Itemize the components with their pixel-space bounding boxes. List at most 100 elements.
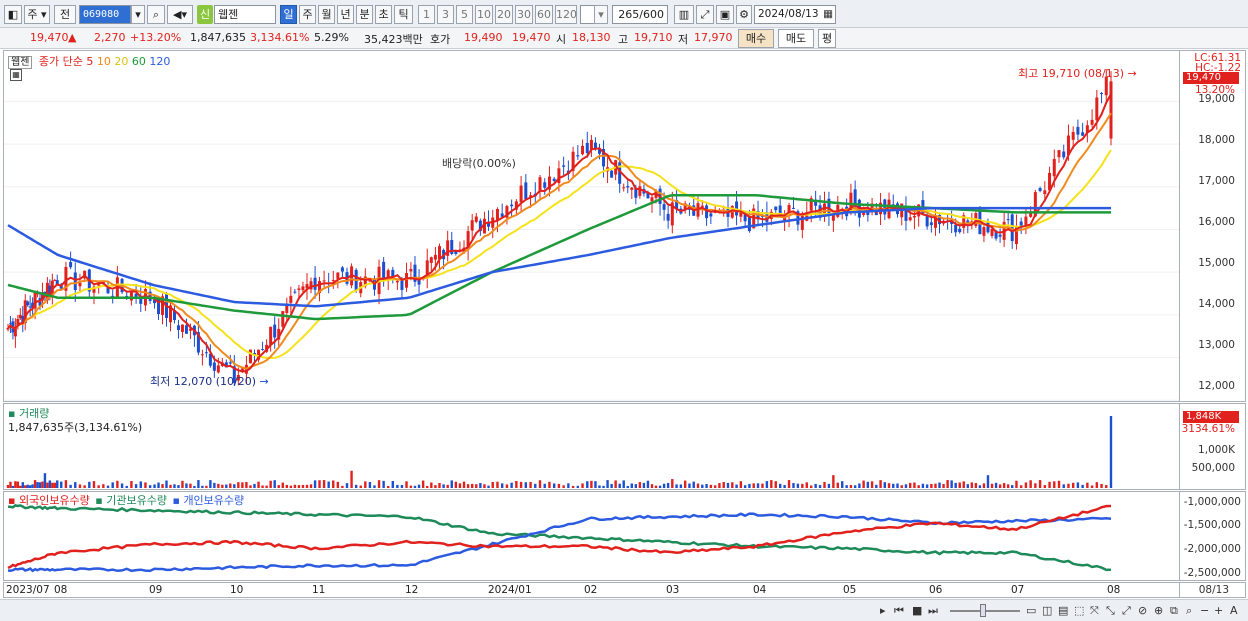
crosshair-icon[interactable]: ⤧: [1090, 604, 1099, 618]
volume-bar: [567, 483, 570, 488]
period-year[interactable]: 년: [337, 5, 354, 24]
period-month[interactable]: 월: [318, 5, 335, 24]
candle-body: [1090, 119, 1094, 125]
minute-30[interactable]: 30: [515, 5, 533, 24]
line-tool-icon[interactable]: ⤢: [696, 5, 714, 24]
price-panel[interactable]: 웹젠 종가 단순 5 10 20 60 120 ▦ 최고 19,710 (08/…: [3, 50, 1180, 402]
measure-icon[interactable]: ⤡: [1106, 604, 1115, 618]
volume-bar: [500, 483, 504, 488]
period-minute[interactable]: 분: [356, 5, 373, 24]
candle-icon[interactable]: ▥: [674, 5, 694, 24]
period-day[interactable]: 일: [280, 5, 297, 24]
zoom-out-icon[interactable]: ⌕: [1186, 604, 1192, 618]
layout-icon-3[interactable]: ▤: [1058, 604, 1068, 617]
minute-3[interactable]: 3: [437, 5, 454, 24]
volume-bar: [853, 485, 857, 488]
gear-icon[interactable]: ⚙: [736, 5, 752, 24]
rewind-icon[interactable]: ⏮: [894, 604, 904, 618]
volume-bar: [679, 484, 683, 488]
stock-name-field[interactable]: 웹젠: [214, 5, 276, 24]
volume-bar: [43, 473, 47, 488]
volume-bar: [373, 485, 376, 488]
zoom-slider-handle[interactable]: [980, 604, 986, 617]
window-icon[interactable]: ◧: [4, 5, 22, 24]
volume-bar: [41, 481, 44, 488]
period-prefix-select[interactable]: 주 ▾: [24, 5, 50, 24]
minus-icon[interactable]: −: [1200, 604, 1209, 617]
count-field[interactable]: 265/600: [612, 5, 668, 24]
volume-bar: [524, 482, 528, 488]
volume-bar: [810, 485, 813, 488]
volume-bar: [64, 480, 68, 488]
minute-20[interactable]: 20: [495, 5, 513, 24]
volume-bar: [277, 485, 280, 488]
volume-bar: [908, 482, 912, 488]
low-annotation: 최저 12,070 (10/20) →: [150, 373, 269, 389]
calendar-icon[interactable]: ▦: [823, 6, 833, 23]
candle-body: [954, 224, 958, 233]
layout-icon-1[interactable]: ▭: [1026, 604, 1036, 617]
sell-button[interactable]: 매도: [778, 29, 814, 48]
volume-bar: [998, 484, 1002, 488]
date-input[interactable]: 2024/08/13 ▦: [754, 5, 836, 24]
candle-body: [1024, 216, 1028, 225]
period-tick[interactable]: 틱: [394, 5, 413, 24]
grid-toggle-icon[interactable]: ▦: [10, 69, 22, 81]
layout-icon-2[interactable]: ◫: [1042, 604, 1052, 617]
volume-bar: [6, 484, 10, 488]
volume-bar: [205, 485, 208, 488]
volume-bar: [1109, 416, 1113, 488]
pin-icon[interactable]: ⊘: [1138, 604, 1147, 617]
change-amount: 2,270: [94, 31, 126, 44]
candle-body: [405, 273, 409, 288]
minute-120[interactable]: 120: [555, 5, 577, 24]
scroll-right-icon[interactable]: ▸: [880, 604, 886, 617]
volume-panel[interactable]: ▪ 거래량 1,847,635주(3,134.61%): [3, 403, 1180, 490]
minute-60[interactable]: 60: [535, 5, 553, 24]
volume-bar: [594, 481, 597, 488]
code-dropdown-icon[interactable]: ▾: [131, 5, 145, 24]
candle-body: [666, 213, 670, 221]
eval-button[interactable]: 평: [818, 29, 836, 48]
stock-code-input[interactable]: 069080: [79, 5, 131, 24]
candle-body: [610, 170, 614, 178]
volume-bar: [602, 485, 605, 488]
volume-bar: [221, 484, 224, 488]
search-icon[interactable]: ⌕: [147, 5, 165, 24]
prev-button[interactable]: 전: [54, 5, 76, 24]
holding-panel[interactable]: ▪ 외국인보유수량 ▪ 기관보유수량 ▪ 개인보유수량: [3, 491, 1180, 581]
volume-bar: [883, 482, 886, 488]
plus-icon[interactable]: +: [1214, 604, 1223, 617]
font-size-icon[interactable]: A: [1230, 604, 1238, 617]
volume-bar: [51, 482, 54, 488]
x-label-08b: 08: [1107, 584, 1121, 596]
volume-bar: [610, 484, 613, 488]
volume-bar: [930, 483, 933, 488]
volume-bar: [229, 483, 232, 488]
minute-10[interactable]: 10: [475, 5, 493, 24]
forward-icon[interactable]: ⏭: [928, 604, 938, 618]
minute-5[interactable]: 5: [456, 5, 473, 24]
individual-legend-text: 개인보유수량: [183, 494, 245, 507]
speaker-icon[interactable]: ◀▾: [167, 5, 193, 24]
copy-icon[interactable]: ⧉: [1170, 604, 1178, 618]
stop-icon[interactable]: ■: [912, 604, 922, 617]
volume-bar: [650, 484, 654, 488]
period-second[interactable]: 초: [375, 5, 392, 24]
save-icon[interactable]: ▣: [716, 5, 734, 24]
minute-1[interactable]: 1: [418, 5, 435, 24]
volume-bar: [173, 484, 176, 488]
cursor-icon[interactable]: ⬚: [1074, 604, 1084, 617]
ruler-icon[interactable]: ⤢: [1122, 604, 1131, 618]
price-legend: 웹젠 종가 단순 5 10 20 60 120: [8, 53, 170, 69]
custom-period-dropdown-icon[interactable]: ▾: [594, 5, 608, 24]
y-tick-17000: 17,000: [1198, 175, 1235, 187]
toolbar: ◧ 주 ▾ 전 069080 ▾ ⌕ ◀▾ 신 웹젠 일 주 월 년 분 초 틱…: [0, 0, 1248, 28]
volume-bar: [962, 481, 965, 488]
candle-body: [982, 227, 986, 236]
buy-button[interactable]: 매수: [738, 29, 774, 48]
volume-bar: [60, 481, 63, 488]
period-week[interactable]: 주: [299, 5, 316, 24]
stock-tag[interactable]: 웹젠: [8, 56, 33, 69]
link-icon[interactable]: ⊕: [1154, 604, 1163, 617]
